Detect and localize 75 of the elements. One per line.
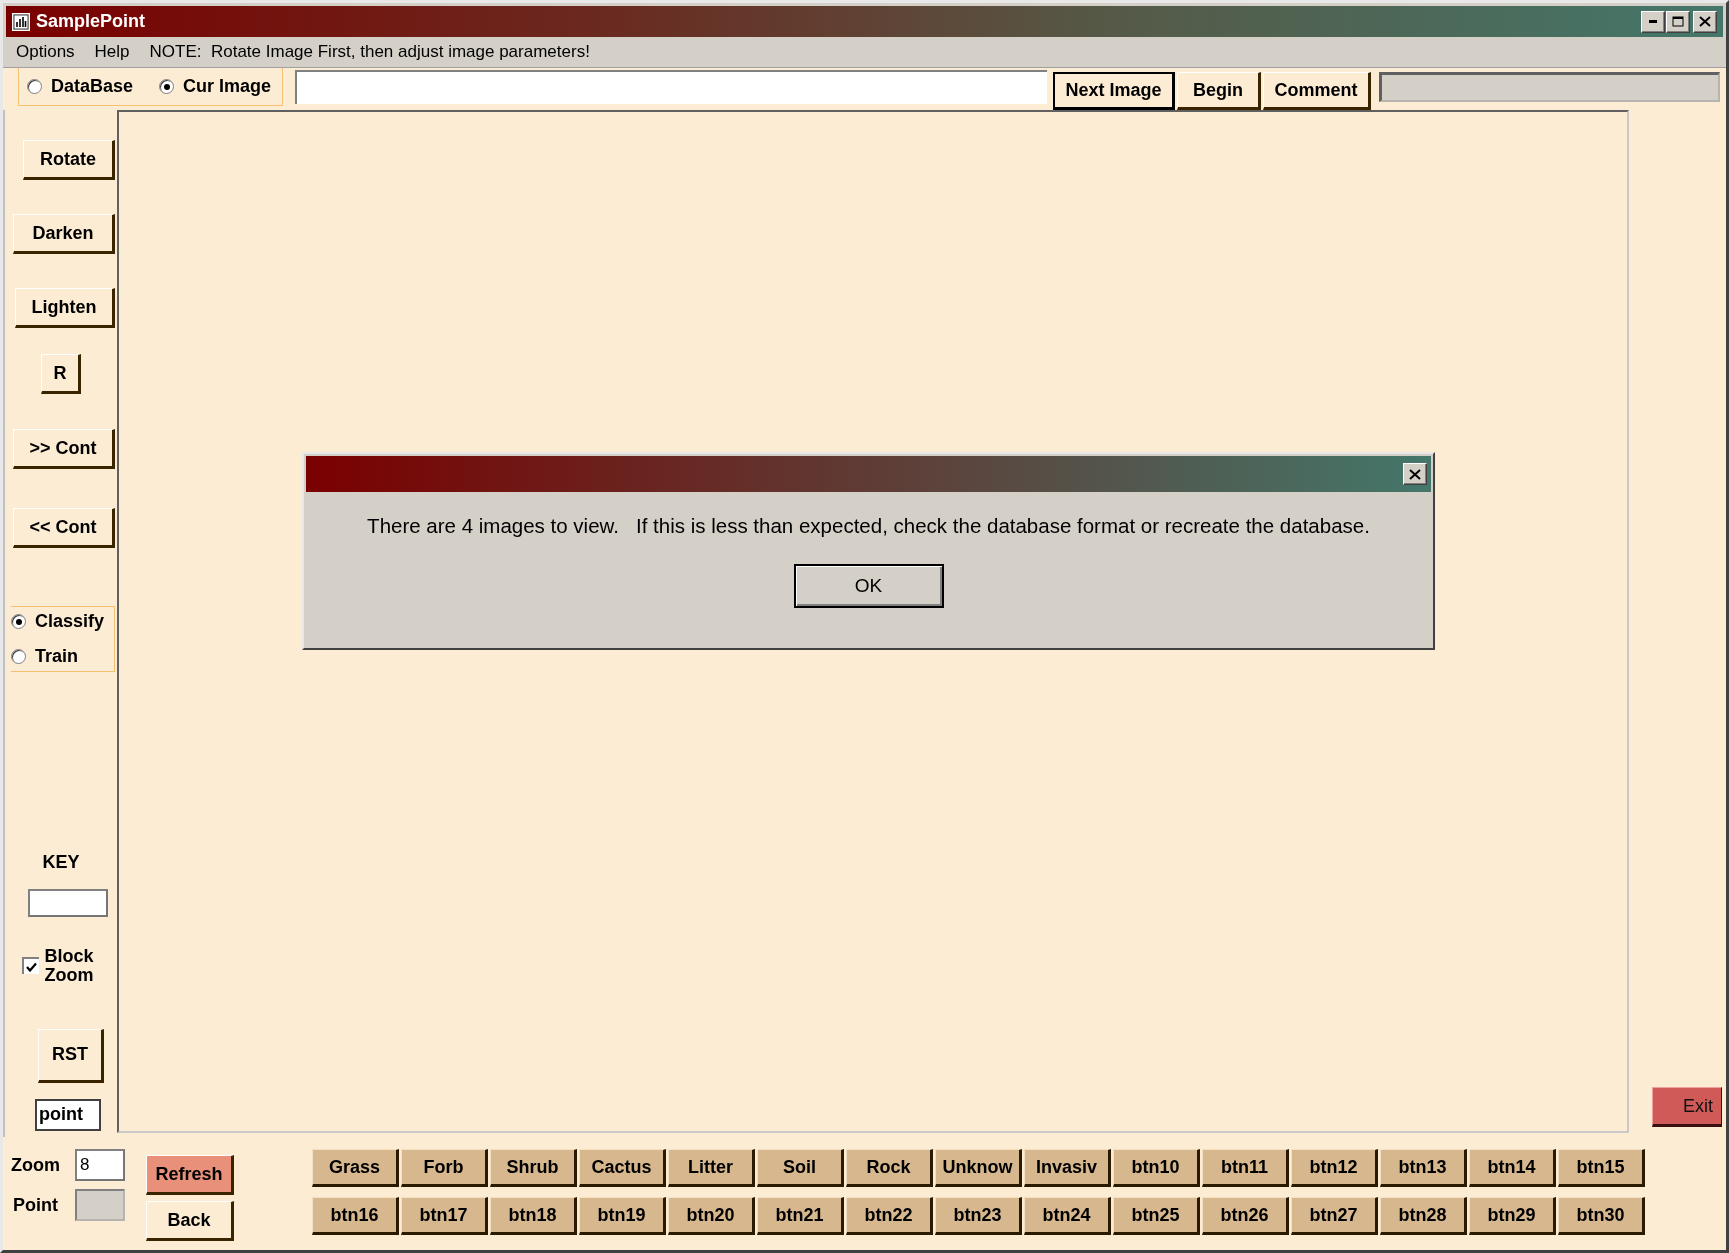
category-button[interactable]: btn24 [1024, 1197, 1111, 1235]
category-button[interactable]: Litter [668, 1149, 755, 1187]
zoom-field[interactable]: 8 [75, 1149, 125, 1181]
category-button[interactable]: Unknow [935, 1149, 1022, 1187]
exit-button[interactable]: Exit [1652, 1087, 1722, 1127]
point-field[interactable]: point [35, 1098, 101, 1131]
radio-circle[interactable] [11, 649, 26, 664]
toolbar-button[interactable]: Begin [1177, 72, 1261, 110]
tool-button[interactable]: >> Cont [13, 429, 115, 469]
checkbox[interactable]: Block Zoom [21, 947, 101, 985]
back-button[interactable]: Back [146, 1201, 234, 1241]
minimize-button[interactable] [1641, 10, 1665, 33]
maximize-icon [1672, 16, 1684, 27]
category-button[interactable]: btn13 [1380, 1149, 1467, 1187]
category-button[interactable]: btn22 [846, 1197, 933, 1235]
category-button[interactable]: btn23 [935, 1197, 1022, 1235]
category-button[interactable]: Grass [312, 1149, 399, 1187]
ok-button[interactable]: OK [793, 564, 944, 608]
close-button[interactable] [1693, 10, 1717, 33]
category-button[interactable]: Rock [846, 1149, 933, 1187]
radio-button[interactable]: Classify [11, 611, 114, 632]
category-button[interactable]: btn27 [1291, 1197, 1378, 1235]
point-label: Point [13, 1194, 59, 1216]
bar-chart-icon [12, 12, 30, 31]
radio-button[interactable]: DataBase [27, 76, 134, 97]
category-button[interactable]: btn11 [1202, 1149, 1289, 1187]
category-button[interactable]: Forb [401, 1149, 488, 1187]
category-button[interactable]: btn28 [1380, 1197, 1467, 1235]
close-button[interactable] [1403, 463, 1427, 485]
category-button[interactable]: Soil [757, 1149, 844, 1187]
tool-button[interactable]: R [41, 354, 81, 394]
maximize-button[interactable] [1666, 10, 1690, 33]
category-button[interactable]: btn15 [1558, 1149, 1645, 1187]
category-button[interactable]: btn30 [1558, 1197, 1645, 1235]
category-button[interactable]: btn21 [757, 1197, 844, 1235]
key-field[interactable] [28, 889, 108, 917]
category-button[interactable]: btn12 [1291, 1149, 1378, 1187]
toolbar-button[interactable]: Comment [1263, 72, 1371, 110]
radio-circle[interactable] [11, 614, 26, 629]
radio-button[interactable]: Train [11, 646, 114, 667]
category-button[interactable]: btn16 [312, 1197, 399, 1235]
radio-circle[interactable] [27, 79, 42, 94]
category-button[interactable]: btn18 [490, 1197, 577, 1235]
tool-button[interactable]: Darken [13, 214, 115, 254]
category-button[interactable]: btn17 [401, 1197, 488, 1235]
category-button[interactable]: btn26 [1202, 1197, 1289, 1235]
category-button[interactable]: btn20 [668, 1197, 755, 1235]
category-button[interactable]: btn25 [1113, 1197, 1200, 1235]
note-text: NOTE: Rotate Image First, then adjust image parameters! [149, 42, 590, 62]
menu-item[interactable]: Options [16, 42, 75, 62]
radio-circle[interactable] [159, 79, 175, 94]
check-icon [25, 961, 37, 972]
toolbar-button[interactable]: Next Image [1053, 72, 1175, 110]
key-label: KEY [42, 852, 80, 873]
minimize-icon [1649, 20, 1657, 23]
close-icon [1409, 468, 1421, 480]
close-icon [1699, 16, 1711, 27]
radio-button[interactable]: Cur Image [159, 76, 272, 97]
zoom-label: Zoom [11, 1154, 61, 1176]
category-button[interactable]: btn19 [579, 1197, 666, 1235]
category-button[interactable]: Cactus [579, 1149, 666, 1187]
path-field[interactable] [295, 70, 1047, 104]
window-title: SamplePoint [36, 11, 146, 32]
category-button[interactable]: Invasiv [1024, 1149, 1111, 1187]
menu-item[interactable]: Help [94, 42, 130, 62]
category-button[interactable]: btn10 [1113, 1149, 1200, 1187]
category-button[interactable]: btn14 [1469, 1149, 1556, 1187]
category-button[interactable]: Shrub [490, 1149, 577, 1187]
tool-button[interactable]: Rotate [23, 140, 115, 180]
dialog-message: There are 4 images to view. If this is less than expected, check the database format or recreate the database. [366, 514, 1371, 538]
category-button[interactable]: btn29 [1469, 1197, 1556, 1235]
tool-button[interactable]: << Cont [13, 508, 115, 548]
tool-button[interactable]: Lighten [15, 288, 115, 328]
rst-button[interactable]: RST [38, 1028, 104, 1083]
refresh-button[interactable]: Refresh [146, 1155, 234, 1195]
